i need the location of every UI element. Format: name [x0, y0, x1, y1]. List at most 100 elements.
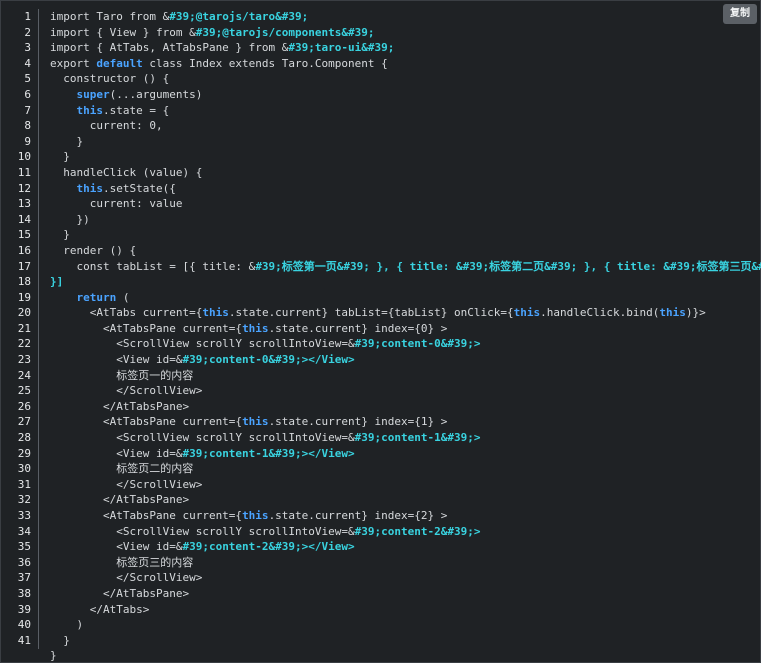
line-number: 32	[17, 493, 31, 507]
code-line: 19 return (	[7, 290, 760, 306]
code-token: <ScrollView scrollY scrollIntoView=&	[50, 337, 355, 351]
code-text: import Taro from &#39;@tarojs/taro&#39;	[50, 9, 308, 25]
line-number: 35	[17, 540, 31, 554]
line-number: 15	[17, 228, 31, 242]
code-text: </AtTabsPane>	[50, 399, 189, 415]
code-text: }]	[50, 274, 63, 290]
code-token: )	[50, 618, 84, 632]
keyword-token: this	[242, 509, 269, 522]
code-text: </AtTabs>	[50, 602, 150, 618]
keyword-token: return	[76, 290, 117, 304]
code-token: }	[50, 649, 57, 663]
line-number: 25	[17, 384, 31, 398]
code-text: }	[50, 633, 70, 649]
code-token: }	[50, 134, 84, 148]
code-text: }	[50, 648, 57, 663]
code-text: import { AtTabs, AtTabsPane } from &#39;…	[50, 40, 394, 56]
code-line: 34 <ScrollView scrollY scrollIntoView=&#…	[7, 524, 760, 540]
code-text: render () {	[50, 243, 136, 259]
code-token: (	[116, 290, 130, 304]
code-line: 24 标签页一的内容	[7, 368, 760, 384]
code-text: }	[50, 227, 70, 243]
code-token: export	[50, 56, 97, 70]
line-number: 27	[17, 415, 31, 429]
string-token: #39;content-2&#39;></View>	[182, 540, 355, 554]
code-text: 标签页一的内容	[50, 368, 193, 384]
code-token: class Index extends Taro.Component {	[142, 56, 388, 70]
code-token: .state = {	[103, 103, 170, 117]
code-line: 32 </AtTabsPane>	[7, 492, 760, 508]
code-token: <AtTabsPane current={	[50, 321, 243, 335]
copy-button[interactable]: 复制	[723, 4, 757, 24]
code-token: <ScrollView scrollY scrollIntoView=&	[50, 524, 355, 538]
code-line: 21 <AtTabsPane current={this.state.curre…	[7, 321, 760, 337]
code-line: 8 current: 0,	[7, 118, 760, 134]
code-line: 9 }	[7, 134, 760, 150]
code-token: </AtTabsPane>	[50, 399, 190, 413]
line-number: 12	[17, 181, 31, 195]
code-text: constructor () {	[50, 71, 169, 87]
code-line: 26 </AtTabsPane>	[7, 399, 760, 415]
code-text: </ScrollView>	[50, 477, 202, 493]
code-text: <View id=&#39;content-0&#39;></View>	[50, 352, 354, 368]
line-number: 37	[17, 571, 31, 585]
code-token: .state.current} index={2} >	[268, 509, 448, 522]
code-token: import { AtTabs, AtTabsPane } from &	[50, 41, 289, 55]
line-number: 20	[17, 306, 31, 320]
line-number: 16	[17, 243, 31, 257]
code-text: <ScrollView scrollY scrollIntoView=&#39;…	[50, 524, 480, 540]
code-line: 17 const tabList = [{ title: &#39;标签第一页&…	[7, 259, 761, 275]
code-text: <View id=&#39;content-1&#39;></View>	[50, 446, 355, 462]
code-token: import Taro from &	[50, 10, 170, 23]
code-token: )}>	[685, 306, 706, 320]
code-text: </AtTabsPane>	[50, 586, 189, 602]
code-token: constructor () {	[50, 72, 170, 86]
string-token: }]	[50, 275, 64, 289]
code-text: <ScrollView scrollY scrollIntoView=&#39;…	[50, 430, 480, 446]
code-line: 28 <ScrollView scrollY scrollIntoView=&#…	[7, 430, 760, 446]
code-text: <AtTabsPane current={this.state.current}…	[50, 508, 447, 524]
code-line: 18}]	[7, 274, 760, 290]
code-token: .handleClick.bind(	[540, 306, 660, 320]
code-token: </ScrollView>	[50, 571, 203, 585]
keyword-token: this	[513, 306, 541, 320]
code-line: 12 this.setState({	[7, 181, 760, 197]
code-text: import { View } from &#39;@tarojs/compon…	[50, 25, 375, 41]
line-number: 18	[17, 275, 31, 289]
line-number: 21	[17, 321, 31, 335]
code-line: 38 </AtTabsPane>	[7, 586, 760, 602]
code-line: 16 render () {	[7, 243, 760, 259]
line-number: 34	[17, 524, 31, 538]
code-line: 23 <View id=&#39;content-0&#39;></View>	[7, 352, 760, 368]
code-token: </AtTabs>	[50, 602, 150, 616]
code-token: .setState({	[103, 181, 176, 195]
line-number: 17	[17, 259, 31, 273]
line-number: 1	[24, 10, 31, 23]
code-line: 41 }	[7, 633, 760, 649]
code-area[interactable]: 1 import Taro from &#39;@tarojs/taro&#39;…	[7, 9, 761, 663]
line-number: 2	[24, 25, 31, 39]
code-token: </ScrollView>	[50, 477, 203, 491]
code-token: .state.current} tabList={tabList} onClic…	[228, 306, 514, 320]
code-text: 标签页二的内容	[50, 461, 193, 477]
line-number: 9	[24, 134, 31, 148]
code-text: <AtTabsPane current={this.state.current}…	[50, 321, 447, 337]
code-line: 37 </ScrollView>	[7, 570, 760, 586]
keyword-token: this	[202, 306, 229, 320]
code-token: <View id=&	[50, 446, 183, 460]
code-text: }	[50, 149, 70, 165]
code-text: })	[50, 212, 90, 228]
code-line: 27 <AtTabsPane current={this.state.curre…	[7, 414, 760, 430]
line-number: 7	[24, 103, 31, 117]
keyword-token: this	[242, 415, 269, 429]
code-line: 14 })	[7, 212, 760, 228]
code-token: })	[50, 212, 90, 226]
code-text: current: value	[50, 196, 183, 212]
string-token: #39;content-1&#39;></View>	[182, 446, 355, 460]
line-number: 40	[17, 618, 31, 632]
code-line: 20 <AtTabs current={this.state.current} …	[7, 305, 760, 321]
code-text: </ScrollView>	[50, 383, 202, 399]
